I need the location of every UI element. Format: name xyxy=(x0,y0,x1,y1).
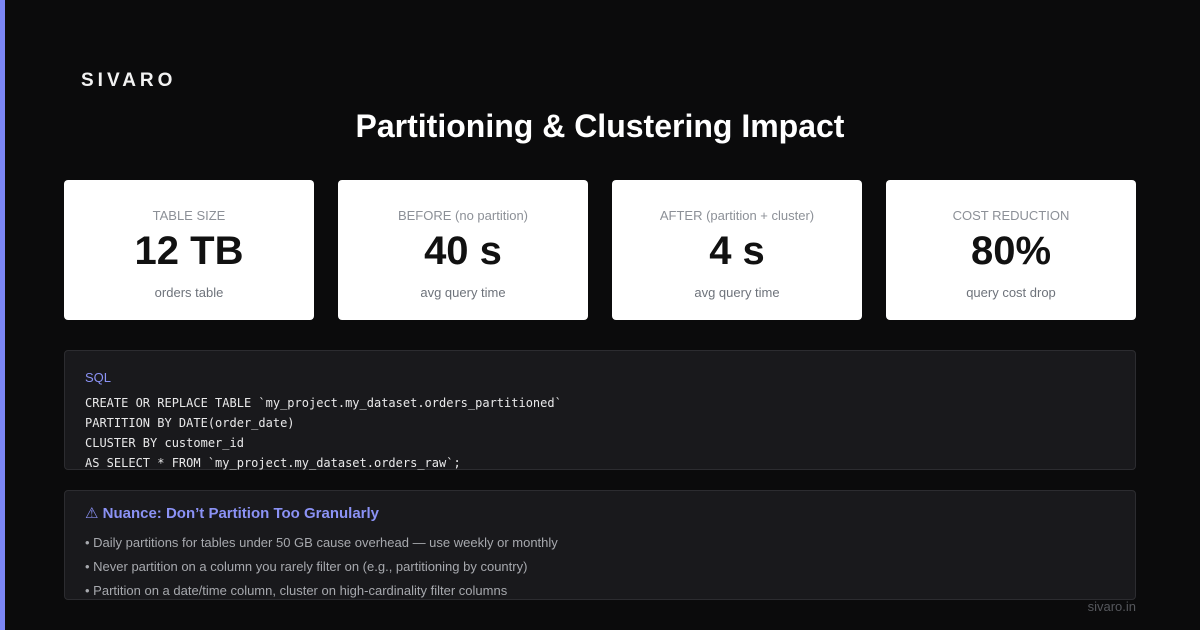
list-item: • Daily partitions for tables under 50 G… xyxy=(85,535,558,550)
nuance-list: • Daily partitions for tables under 50 G… xyxy=(85,531,558,603)
accent-bar xyxy=(0,0,5,630)
stat-card-table-size: TABLE SIZE 12 TB orders table xyxy=(64,180,314,320)
sql-code-block: SQL CREATE OR REPLACE TABLE `my_project.… xyxy=(64,350,1136,470)
stat-subtext: avg query time xyxy=(694,285,780,300)
list-item: • Never partition on a column you rarely… xyxy=(85,559,528,574)
stat-label: AFTER (partition + cluster) xyxy=(659,208,815,223)
stat-card-cost-reduction: COST REDUCTION 80% query cost drop xyxy=(886,180,1136,320)
stat-value: 4 s xyxy=(709,229,765,273)
stat-card-before: BEFORE (no partition) 40 s avg query tim… xyxy=(338,180,588,320)
code-line: PARTITION BY DATE(order_date) xyxy=(85,416,295,430)
nuance-title: ⚠ Nuance: Don’t Partition Too Granularly xyxy=(85,505,380,522)
stat-label: BEFORE (no partition) xyxy=(397,208,529,223)
code-line: AS SELECT * FROM `my_project.my_dataset.… xyxy=(85,456,461,470)
stat-value: 12 TB xyxy=(134,229,244,273)
brand-logo: SIVARO xyxy=(81,70,177,91)
code-lines: CREATE OR REPLACE TABLE `my_project.my_d… xyxy=(85,393,562,473)
list-item: • Partition on a date/time column, clust… xyxy=(85,583,508,598)
stat-value: 80% xyxy=(970,229,1052,273)
code-language-label: SQL xyxy=(85,370,112,385)
stat-subtext: avg query time xyxy=(420,285,506,300)
stat-card-after: AFTER (partition + cluster) 4 s avg quer… xyxy=(612,180,862,320)
stat-cards: TABLE SIZE 12 TB orders table BEFORE (no… xyxy=(64,180,1136,320)
page-title: Partitioning & Clustering Impact xyxy=(355,108,845,144)
stat-value: 40 s xyxy=(424,229,502,273)
stat-label: COST REDUCTION xyxy=(952,208,1070,223)
nuance-callout: ⚠ Nuance: Don’t Partition Too Granularly… xyxy=(64,490,1136,600)
stat-subtext: query cost drop xyxy=(966,285,1056,300)
code-line: CLUSTER BY customer_id xyxy=(85,436,244,450)
footer-url: sivaro.in xyxy=(1087,599,1136,614)
code-line: CREATE OR REPLACE TABLE `my_project.my_d… xyxy=(85,396,562,410)
stat-subtext: orders table xyxy=(154,285,224,300)
stat-label: TABLE SIZE xyxy=(152,208,226,223)
